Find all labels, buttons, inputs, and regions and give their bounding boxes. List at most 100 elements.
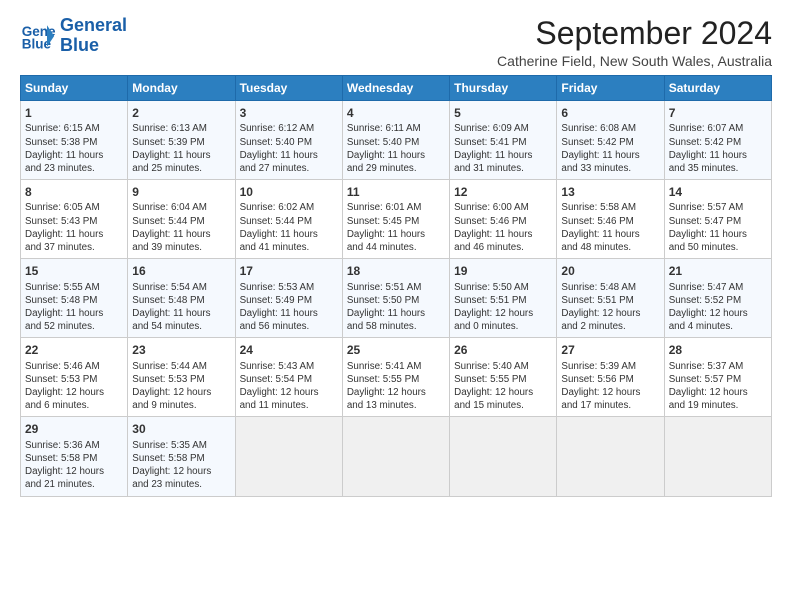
calendar-cell: 11Sunrise: 6:01 AMSunset: 5:45 PMDayligh… — [342, 180, 449, 259]
day-number: 16 — [132, 263, 230, 279]
day-info-line: Sunset: 5:58 PM — [132, 452, 230, 465]
day-info-line: and 11 minutes. — [240, 399, 338, 412]
day-info-line: Daylight: 11 hours — [561, 228, 659, 241]
day-info-line: Sunrise: 5:46 AM — [25, 360, 123, 373]
day-info-line: Sunset: 5:51 PM — [454, 294, 552, 307]
day-info-line: Sunset: 5:49 PM — [240, 294, 338, 307]
header-friday: Friday — [557, 76, 664, 101]
day-number: 17 — [240, 263, 338, 279]
day-info-line: Sunset: 5:52 PM — [669, 294, 767, 307]
day-info-line: and 41 minutes. — [240, 241, 338, 254]
calendar-cell — [235, 417, 342, 496]
day-info-line: and 50 minutes. — [669, 241, 767, 254]
day-info-line: Sunset: 5:38 PM — [25, 136, 123, 149]
day-info-line: Sunrise: 6:05 AM — [25, 201, 123, 214]
day-info-line: Sunset: 5:53 PM — [25, 373, 123, 386]
day-info-line: and 52 minutes. — [25, 320, 123, 333]
day-number: 6 — [561, 105, 659, 121]
calendar-cell: 27Sunrise: 5:39 AMSunset: 5:56 PMDayligh… — [557, 338, 664, 417]
day-number: 15 — [25, 263, 123, 279]
day-info-line: Daylight: 12 hours — [561, 307, 659, 320]
day-info-line: Sunrise: 5:47 AM — [669, 281, 767, 294]
calendar-cell: 1Sunrise: 6:15 AMSunset: 5:38 PMDaylight… — [21, 101, 128, 180]
day-info-line: Daylight: 12 hours — [25, 386, 123, 399]
day-info-line: and 9 minutes. — [132, 399, 230, 412]
day-info-line: Daylight: 12 hours — [132, 386, 230, 399]
day-info-line: Daylight: 11 hours — [240, 149, 338, 162]
day-info-line: Daylight: 11 hours — [240, 228, 338, 241]
day-info-line: Sunrise: 5:57 AM — [669, 201, 767, 214]
day-info-line: Sunset: 5:46 PM — [454, 215, 552, 228]
day-info-line: Sunset: 5:48 PM — [25, 294, 123, 307]
calendar-cell: 15Sunrise: 5:55 AMSunset: 5:48 PMDayligh… — [21, 259, 128, 338]
day-info-line: Sunset: 5:44 PM — [132, 215, 230, 228]
day-info-line: and 4 minutes. — [669, 320, 767, 333]
calendar-cell: 20Sunrise: 5:48 AMSunset: 5:51 PMDayligh… — [557, 259, 664, 338]
day-info-line: Sunrise: 6:08 AM — [561, 122, 659, 135]
header-monday: Monday — [128, 76, 235, 101]
day-info-line: Sunrise: 6:15 AM — [25, 122, 123, 135]
day-info-line: Sunrise: 6:13 AM — [132, 122, 230, 135]
calendar-cell: 29Sunrise: 5:36 AMSunset: 5:58 PMDayligh… — [21, 417, 128, 496]
day-info-line: Sunrise: 5:51 AM — [347, 281, 445, 294]
day-number: 19 — [454, 263, 552, 279]
calendar-week-row: 29Sunrise: 5:36 AMSunset: 5:58 PMDayligh… — [21, 417, 772, 496]
logo-line2: Blue — [60, 36, 127, 56]
day-info-line: and 23 minutes. — [25, 162, 123, 175]
day-info-line: Sunrise: 5:40 AM — [454, 360, 552, 373]
day-info-line: Daylight: 11 hours — [347, 228, 445, 241]
day-info-line: Sunset: 5:39 PM — [132, 136, 230, 149]
day-info-line: Daylight: 11 hours — [132, 228, 230, 241]
day-info-line: Daylight: 11 hours — [347, 149, 445, 162]
calendar-cell: 5Sunrise: 6:09 AMSunset: 5:41 PMDaylight… — [450, 101, 557, 180]
calendar-cell: 10Sunrise: 6:02 AMSunset: 5:44 PMDayligh… — [235, 180, 342, 259]
page-header: General Blue General Blue September 2024… — [20, 16, 772, 69]
day-info-line: Sunrise: 5:43 AM — [240, 360, 338, 373]
day-number: 13 — [561, 184, 659, 200]
day-info-line: Sunset: 5:41 PM — [454, 136, 552, 149]
day-number: 30 — [132, 421, 230, 437]
day-info-line: Sunset: 5:55 PM — [454, 373, 552, 386]
calendar-cell: 8Sunrise: 6:05 AMSunset: 5:43 PMDaylight… — [21, 180, 128, 259]
day-info-line: Sunset: 5:51 PM — [561, 294, 659, 307]
day-info-line: Sunset: 5:55 PM — [347, 373, 445, 386]
day-info-line: Daylight: 11 hours — [25, 228, 123, 241]
day-info-line: Sunrise: 5:39 AM — [561, 360, 659, 373]
calendar-cell: 21Sunrise: 5:47 AMSunset: 5:52 PMDayligh… — [664, 259, 771, 338]
day-info-line: Daylight: 11 hours — [240, 307, 338, 320]
calendar-cell: 16Sunrise: 5:54 AMSunset: 5:48 PMDayligh… — [128, 259, 235, 338]
calendar-cell — [450, 417, 557, 496]
day-info-line: and 39 minutes. — [132, 241, 230, 254]
day-info-line: Sunset: 5:42 PM — [669, 136, 767, 149]
day-info-line: Sunrise: 5:48 AM — [561, 281, 659, 294]
day-info-line: Sunrise: 6:04 AM — [132, 201, 230, 214]
day-info-line: Sunrise: 5:50 AM — [454, 281, 552, 294]
header-wednesday: Wednesday — [342, 76, 449, 101]
day-info-line: and 48 minutes. — [561, 241, 659, 254]
day-info-line: Sunset: 5:44 PM — [240, 215, 338, 228]
day-number: 22 — [25, 342, 123, 358]
day-info-line: Daylight: 11 hours — [669, 228, 767, 241]
day-info-line: Sunset: 5:53 PM — [132, 373, 230, 386]
day-info-line: and 21 minutes. — [25, 478, 123, 491]
day-info-line: and 46 minutes. — [454, 241, 552, 254]
day-number: 18 — [347, 263, 445, 279]
day-info-line: Daylight: 11 hours — [454, 149, 552, 162]
day-info-line: Daylight: 12 hours — [454, 386, 552, 399]
day-number: 25 — [347, 342, 445, 358]
day-number: 3 — [240, 105, 338, 121]
day-number: 29 — [25, 421, 123, 437]
calendar-cell: 9Sunrise: 6:04 AMSunset: 5:44 PMDaylight… — [128, 180, 235, 259]
calendar-cell: 17Sunrise: 5:53 AMSunset: 5:49 PMDayligh… — [235, 259, 342, 338]
day-info-line: Sunrise: 5:41 AM — [347, 360, 445, 373]
day-info-line: Sunset: 5:58 PM — [25, 452, 123, 465]
day-number: 2 — [132, 105, 230, 121]
day-number: 21 — [669, 263, 767, 279]
header-thursday: Thursday — [450, 76, 557, 101]
day-info-line: Daylight: 12 hours — [561, 386, 659, 399]
day-info-line: Sunset: 5:57 PM — [669, 373, 767, 386]
day-number: 1 — [25, 105, 123, 121]
day-info-line: Daylight: 11 hours — [669, 149, 767, 162]
calendar-cell: 6Sunrise: 6:08 AMSunset: 5:42 PMDaylight… — [557, 101, 664, 180]
day-info-line: Sunrise: 5:55 AM — [25, 281, 123, 294]
